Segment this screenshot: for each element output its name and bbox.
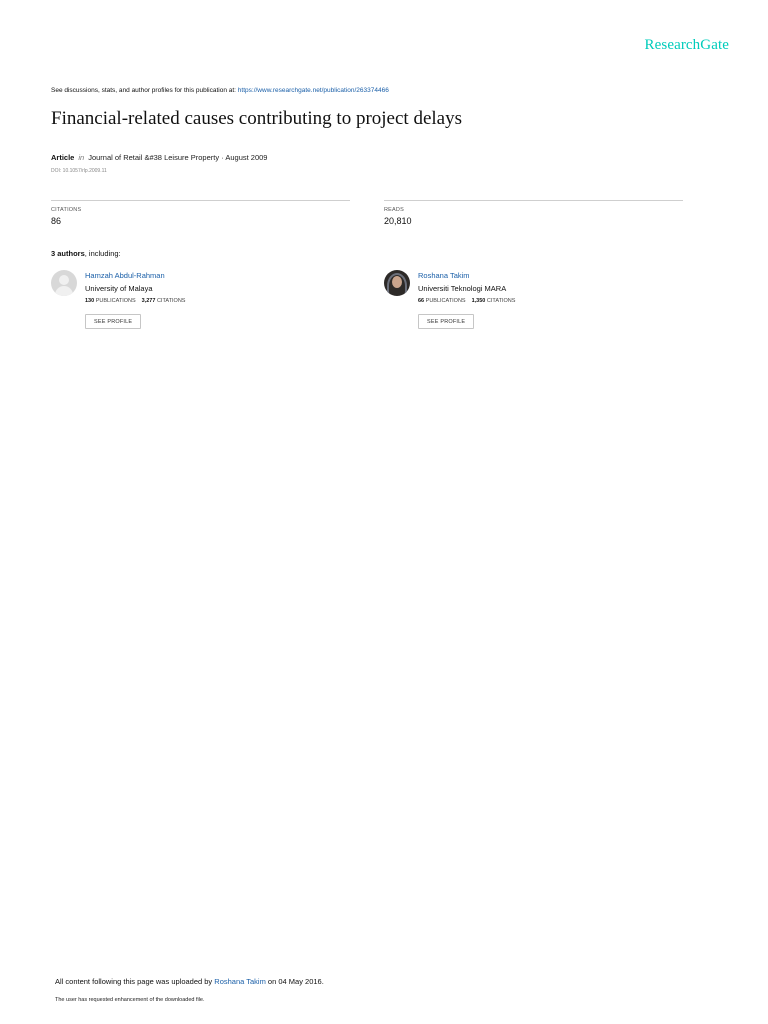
author-institution: University of Malaya xyxy=(85,284,153,293)
publications-label: PUBLICATIONS xyxy=(425,298,466,304)
avatar-placeholder-icon[interactable] xyxy=(51,270,77,296)
source-note-prefix: See discussions, stats, and author profi… xyxy=(51,87,238,94)
publication-title: Financial-related causes contributing to… xyxy=(51,108,462,129)
reads-label: READS xyxy=(384,207,404,213)
author-citations-label: CITATIONS xyxy=(486,298,516,304)
author-counts: 130 PUBLICATIONS 3,277 CITATIONS xyxy=(85,298,185,304)
publication-type: Article xyxy=(51,153,75,162)
authors-count: 3 authors xyxy=(51,249,85,258)
publications-count: 130 xyxy=(85,298,95,304)
author-card: Hamzah Abdul-Rahman University of Malaya… xyxy=(51,270,351,340)
publication-meta: Article in Journal of Retail &#38 Leisure … xyxy=(51,153,267,162)
author-citations-count: 3,277 xyxy=(141,298,156,304)
author-name-link[interactable]: Hamzah Abdul-Rahman xyxy=(85,271,165,280)
uploader-link[interactable]: Roshana Takim xyxy=(214,977,266,986)
citations-value: 86 xyxy=(51,216,62,226)
journal-info: Journal of Retail &#38 Leisure Property … xyxy=(88,153,268,162)
author-card: Roshana Takim Universiti Teknologi MARA … xyxy=(384,270,684,340)
reads-stat: READS 20,810 xyxy=(384,200,683,226)
doi-label: DOI: 10.1057/rlp.2009.11 xyxy=(51,168,107,174)
author-institution: Universiti Teknologi MARA xyxy=(418,284,507,293)
upload-note: All content following this page was uplo… xyxy=(55,977,324,986)
avatar[interactable] xyxy=(384,270,410,296)
publications-count: 66 xyxy=(418,298,425,304)
publications-label: PUBLICATIONS xyxy=(95,298,136,304)
see-profile-button[interactable]: SEE PROFILE xyxy=(85,314,142,329)
citations-stat: CITATIONS 86 xyxy=(51,200,350,226)
researchgate-logo[interactable]: ResearchGate xyxy=(645,37,729,54)
see-profile-button[interactable]: SEE PROFILE xyxy=(418,314,475,329)
publication-source-note: See discussions, stats, and author profi… xyxy=(51,87,389,94)
enhancement-note: The user has requested enhancement of th… xyxy=(55,997,205,1003)
authors-heading-suffix: , including: xyxy=(84,249,121,258)
upload-suffix: on 04 May 2016. xyxy=(265,977,324,986)
reads-value: 20,810 xyxy=(384,216,412,226)
author-name-link[interactable]: Roshana Takim xyxy=(418,271,470,280)
meta-in-label: in xyxy=(78,153,85,162)
author-counts: 66 PUBLICATIONS 1,350 CITATIONS xyxy=(418,298,515,304)
author-citations-label: CITATIONS xyxy=(156,298,186,304)
citations-label: CITATIONS xyxy=(51,207,82,213)
publication-url-link[interactable]: https://www.researchgate.net/publication… xyxy=(238,87,389,94)
upload-prefix: All content following this page was uplo… xyxy=(55,977,215,986)
authors-heading: 3 authors, including: xyxy=(51,249,121,258)
author-citations-count: 1,350 xyxy=(471,298,486,304)
